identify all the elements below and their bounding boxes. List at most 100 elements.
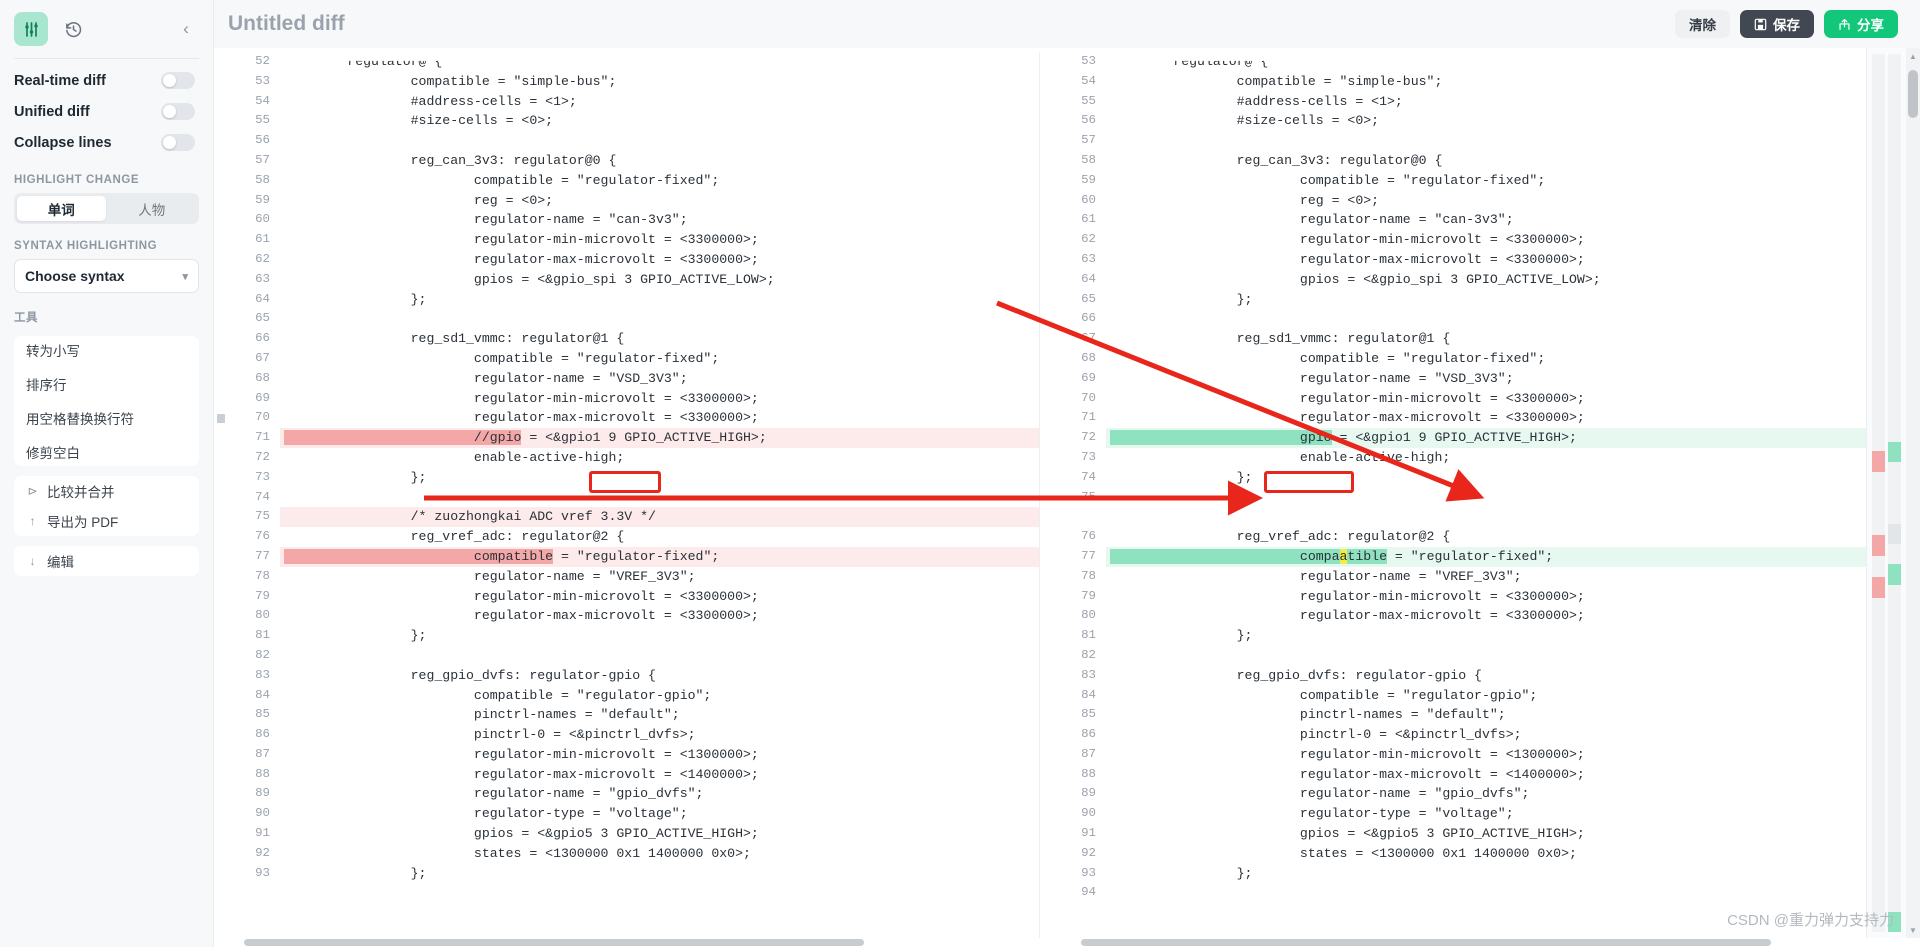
save-button[interactable]: 保存 <box>1740 10 1814 38</box>
diff-line-row[interactable]: 66 reg_sd1_vmmc: regulator@1 { <box>214 329 1039 349</box>
diff-line-row[interactable]: 66 <box>1040 309 1866 329</box>
diff-line-row[interactable]: 60 reg = <0>; <box>1040 191 1866 211</box>
diff-line-row[interactable]: 68 regulator-name = "VSD_3V3"; <box>214 369 1039 389</box>
diff-line-row[interactable]: 73 }; <box>214 468 1039 488</box>
tool-item-trim-whitespace[interactable]: 修剪空白 <box>14 438 199 466</box>
diff-line-row[interactable]: 86 pinctrl-0 = <&pinctrl_dvfs>; <box>1040 725 1866 745</box>
diff-line-row[interactable]: 93 }; <box>214 864 1039 884</box>
diff-line-row[interactable]: 92 states = <1300000 0x1 1400000 0x0>; <box>214 844 1039 864</box>
diff-line-row[interactable]: 57 reg_can_3v3: regulator@0 { <box>214 151 1039 171</box>
share-button[interactable]: 分享 <box>1824 10 1898 38</box>
diff-line-row[interactable]: 79 regulator-min-microvolt = <3300000>; <box>214 587 1039 607</box>
diff-line-row[interactable]: 88 regulator-max-microvolt = <1400000>; <box>214 765 1039 785</box>
tool-item-replace-newlines[interactable]: 用空格替换换行符 <box>14 404 199 432</box>
diff-line-row[interactable]: 94 <box>1040 883 1866 903</box>
diff-pane-left[interactable]: 52 regulator@ {53 compatible = "simple-b… <box>214 52 1040 938</box>
diff-line-row[interactable]: 65 <box>214 309 1039 329</box>
highlight-change-option-character[interactable]: 人物 <box>108 196 197 221</box>
diff-line-row[interactable]: 90 regulator-type = "voltage"; <box>214 804 1039 824</box>
diff-line-row[interactable]: 54 compatible = "simple-bus"; <box>1040 72 1866 92</box>
diff-line-row[interactable]: 69 regulator-min-microvolt = <3300000>; <box>214 389 1039 409</box>
diff-line-row[interactable]: 79 regulator-min-microvolt = <3300000>; <box>1040 587 1866 607</box>
sidebar-collapse-chevron-left-icon[interactable]: ‹ <box>173 16 199 42</box>
diff-line-row[interactable]: 92 states = <1300000 0x1 1400000 0x0>; <box>1040 844 1866 864</box>
hscroll-left-thumb[interactable] <box>244 939 864 946</box>
diff-line-row[interactable]: 68 compatible = "regulator-fixed"; <box>1040 349 1866 369</box>
diff-line-row[interactable]: 60 regulator-name = "can-3v3"; <box>214 210 1039 230</box>
page-title[interactable]: Untitled diff <box>228 12 345 36</box>
diff-line-row[interactable]: 64 gpios = <&gpio_spi 3 GPIO_ACTIVE_LOW>… <box>1040 270 1866 290</box>
diff-line-row[interactable]: 81 }; <box>1040 626 1866 646</box>
hscroll-left-track[interactable] <box>214 938 1067 947</box>
diff-line-row[interactable]: 76 reg_vref_adc: regulator@2 { <box>214 527 1039 547</box>
action-export-pdf[interactable]: ↑ 导出为 PDF <box>14 506 199 536</box>
diff-line-row[interactable]: 76 reg_vref_adc: regulator@2 { <box>1040 527 1866 547</box>
diff-line-row[interactable]: 82 <box>1040 646 1866 666</box>
diff-line-row[interactable]: 93 }; <box>1040 864 1866 884</box>
diff-line-row[interactable]: 83 reg_gpio_dvfs: regulator-gpio { <box>214 666 1039 686</box>
diff-line-row[interactable]: 73 enable-active-high; <box>1040 448 1866 468</box>
diff-line-row[interactable]: 85 pinctrl-names = "default"; <box>214 705 1039 725</box>
toggle-collapse-lines[interactable]: Collapse lines <box>0 127 213 158</box>
toggle-unified-diff-switch[interactable] <box>161 103 195 120</box>
diff-minimap[interactable] <box>1866 48 1906 938</box>
diff-line-row[interactable]: 87 regulator-min-microvolt = <1300000>; <box>214 745 1039 765</box>
diff-line-row[interactable]: 80 regulator-max-microvolt = <3300000>; <box>214 606 1039 626</box>
history-clock-icon[interactable] <box>58 14 88 44</box>
diff-line-row[interactable]: 78 regulator-name = "VREF_3V3"; <box>214 567 1039 587</box>
diff-line-row[interactable]: 61 regulator-min-microvolt = <3300000>; <box>214 230 1039 250</box>
scroll-up-arrow-icon[interactable]: ▲ <box>1909 52 1917 61</box>
diff-line-row[interactable]: 62 regulator-max-microvolt = <3300000>; <box>214 250 1039 270</box>
diff-line-row[interactable]: 84 compatible = "regulator-gpio"; <box>1040 686 1866 706</box>
tool-item-sort-lines[interactable]: 排序行 <box>14 370 199 398</box>
diff-line-row[interactable]: 63 regulator-max-microvolt = <3300000>; <box>1040 250 1866 270</box>
diff-line-row[interactable]: 83 reg_gpio_dvfs: regulator-gpio { <box>1040 666 1866 686</box>
diff-pane-right[interactable]: 53 regulator@ {54 compatible = "simple-b… <box>1040 52 1866 938</box>
clear-button[interactable]: 清除 <box>1675 10 1730 38</box>
diff-line-row[interactable]: 59 reg = <0>; <box>214 191 1039 211</box>
vertical-scrollbar[interactable]: ▲ ▼ <box>1906 48 1920 938</box>
diff-line-row[interactable]: 74 <box>214 488 1039 508</box>
diff-line-row[interactable]: 67 compatible = "regulator-fixed"; <box>214 349 1039 369</box>
diff-line-row[interactable]: 90 regulator-type = "voltage"; <box>1040 804 1866 824</box>
vertical-scrollbar-thumb[interactable] <box>1908 70 1918 118</box>
diff-line-row[interactable]: 77 compaatible = "regulator-fixed"; <box>1040 546 1866 567</box>
diff-line-row[interactable]: 69 regulator-name = "VSD_3V3"; <box>1040 369 1866 389</box>
diff-line-row[interactable]: 71 //gpio = <&gpio1 9 GPIO_ACTIVE_HIGH>; <box>214 428 1039 448</box>
diff-line-row[interactable]: 85 pinctrl-names = "default"; <box>1040 705 1866 725</box>
toggle-collapse-lines-switch[interactable] <box>161 134 195 151</box>
tool-item-lowercase[interactable]: 转为小写 <box>14 336 199 364</box>
diff-line-row[interactable]: 89 regulator-name = "gpio_dvfs"; <box>214 784 1039 804</box>
diff-line-row[interactable]: 77 compatible = "regulator-fixed"; <box>214 546 1039 567</box>
scroll-down-arrow-icon[interactable]: ▼ <box>1909 926 1917 935</box>
diff-line-row[interactable]: 80 regulator-max-microvolt = <3300000>; <box>1040 606 1866 626</box>
toggle-realtime-diff-switch[interactable] <box>161 72 195 89</box>
diff-line-row[interactable]: 70 regulator-min-microvolt = <3300000>; <box>1040 389 1866 409</box>
diff-line-row[interactable] <box>1040 507 1866 527</box>
diff-line-row[interactable]: 52 regulator@ { <box>214 52 1039 72</box>
action-compare-and-merge[interactable]: ⊳ 比较并合并 <box>14 476 199 506</box>
action-edit[interactable]: ↓ 编辑 <box>14 546 199 576</box>
diff-line-row[interactable]: 75 /* zuozhongkai ADC vref 3.3V */ <box>214 507 1039 528</box>
diff-line-row[interactable]: 63 gpios = <&gpio_spi 3 GPIO_ACTIVE_LOW>… <box>214 270 1039 290</box>
diff-line-row[interactable]: 84 compatible = "regulator-gpio"; <box>214 686 1039 706</box>
diff-line-row[interactable]: 72 gpio = <&gpio1 9 GPIO_ACTIVE_HIGH>; <box>1040 428 1866 448</box>
diff-line-row[interactable]: 91 gpios = <&gpio5 3 GPIO_ACTIVE_HIGH>; <box>214 824 1039 844</box>
diff-line-row[interactable]: 64 }; <box>214 290 1039 310</box>
diff-line-row[interactable]: 67 reg_sd1_vmmc: regulator@1 { <box>1040 329 1866 349</box>
diff-line-row[interactable]: 57 <box>1040 131 1866 151</box>
diff-line-row[interactable]: 54 #address-cells = <1>; <box>214 92 1039 112</box>
diff-line-row[interactable]: 71 regulator-max-microvolt = <3300000>; <box>1040 408 1866 428</box>
hscroll-right-track[interactable] <box>1067 938 1920 947</box>
diff-line-row[interactable]: 53 regulator@ { <box>1040 52 1866 72</box>
diff-line-row[interactable]: 89 regulator-name = "gpio_dvfs"; <box>1040 784 1866 804</box>
diff-sliders-icon[interactable] <box>14 12 48 46</box>
highlight-change-option-word[interactable]: 单词 <box>17 196 106 221</box>
diff-line-row[interactable]: 72 enable-active-high; <box>214 448 1039 468</box>
diff-line-row[interactable]: 75 <box>1040 488 1866 508</box>
diff-line-row[interactable]: 56 <box>214 131 1039 151</box>
diff-line-row[interactable]: 82 <box>214 646 1039 666</box>
diff-line-row[interactable]: 91 gpios = <&gpio5 3 GPIO_ACTIVE_HIGH>; <box>1040 824 1866 844</box>
diff-line-row[interactable]: 59 compatible = "regulator-fixed"; <box>1040 171 1866 191</box>
diff-line-row[interactable]: 56 #size-cells = <0>; <box>1040 111 1866 131</box>
